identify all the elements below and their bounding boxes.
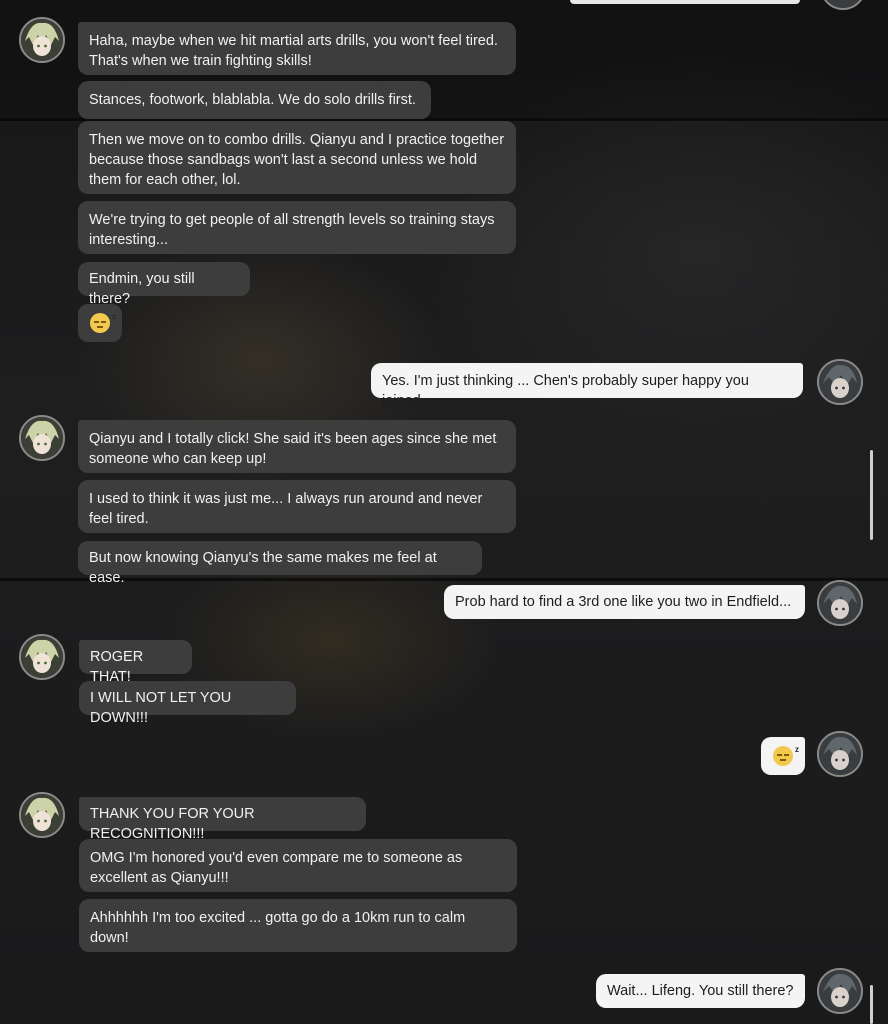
avatar-lifeng[interactable] — [19, 792, 65, 838]
avatar-endmin[interactable] — [817, 359, 863, 405]
scrollbar-thumb[interactable] — [870, 450, 873, 540]
sleepy-face-emoji: z — [90, 312, 116, 334]
message-bubble-outgoing[interactable]: Yes. I'm just thinking ... Chen's probab… — [371, 363, 803, 409]
avatar-lifeng[interactable] — [19, 634, 65, 680]
avatar-endmin[interactable] — [817, 731, 863, 777]
message-bubble-outgoing-emoji[interactable]: z — [761, 737, 805, 775]
message-bubble-incoming[interactable]: But now knowing Qianyu's the same makes … — [78, 541, 482, 586]
message-text: We're trying to get people of all streng… — [89, 212, 495, 248]
message-bubble-incoming[interactable]: I used to think it was just me... I alwa… — [78, 480, 516, 533]
avatar-endmin[interactable] — [817, 968, 863, 1014]
message-bubble-incoming[interactable]: Stances, footwork, blablabla. We do solo… — [78, 81, 431, 119]
message-bubble-incoming[interactable]: Then we move on to combo drills. Qianyu … — [78, 121, 516, 194]
message-bubble-incoming[interactable]: Ahhhhhh I'm too excited ... gotta go do … — [79, 899, 517, 952]
avatar-lifeng[interactable] — [19, 17, 65, 63]
message-text: OMG I'm honored you'd even compare me to… — [90, 850, 463, 886]
message-bubble-outgoing[interactable]: Prob hard to find a 3rd one like you two… — [444, 585, 805, 619]
message-bubble-incoming[interactable]: We're trying to get people of all streng… — [78, 201, 516, 254]
message-bubble-incoming[interactable]: Endmin, you still there? — [78, 262, 250, 307]
message-bubble-incoming[interactable]: Qianyu and I totally click! She said it'… — [78, 420, 516, 473]
avatar-lifeng[interactable] — [19, 415, 65, 461]
message-text: Wait... Lifeng. You still there? — [607, 983, 794, 999]
cutoff-outgoing-bubble — [570, 0, 800, 4]
screenshot-seam — [0, 578, 888, 581]
message-text: Qianyu and I totally click! She said it'… — [89, 431, 497, 467]
message-bubble-incoming[interactable]: I WILL NOT LET YOU DOWN!!! — [79, 681, 296, 726]
message-text: Stances, footwork, blablabla. We do solo… — [89, 92, 416, 108]
message-bubble-incoming-emoji[interactable]: z — [78, 304, 122, 342]
sleepy-face-emoji: z — [773, 745, 799, 767]
message-text: Prob hard to find a 3rd one like you two… — [455, 594, 792, 610]
message-text: I used to think it was just me... I alwa… — [89, 491, 483, 527]
message-text: Haha, maybe when we hit martial arts dri… — [89, 33, 498, 69]
message-bubble-incoming[interactable]: OMG I'm honored you'd even compare me to… — [79, 839, 517, 892]
scrollbar-thumb[interactable] — [870, 985, 873, 1024]
message-text: Then we move on to combo drills. Qianyu … — [89, 132, 505, 188]
message-bubble-incoming[interactable]: THANK YOU FOR YOUR RECOGNITION!!! — [79, 797, 366, 842]
message-bubble-incoming[interactable]: ROGER THAT! — [79, 640, 192, 685]
message-bubble-outgoing[interactable]: Wait... Lifeng. You still there? — [596, 974, 805, 1008]
message-bubble-incoming[interactable]: Haha, maybe when we hit martial arts dri… — [78, 22, 516, 75]
message-text: Ahhhhhh I'm too excited ... gotta go do … — [90, 910, 466, 946]
avatar-endmin[interactable] — [817, 580, 863, 626]
